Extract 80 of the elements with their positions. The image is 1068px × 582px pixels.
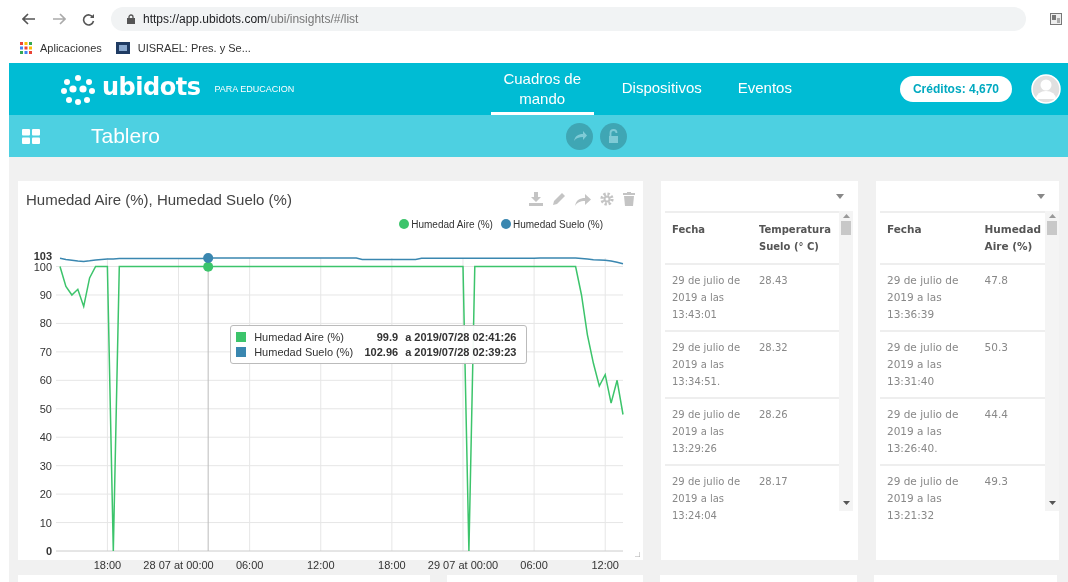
scroll-up-icon[interactable]	[842, 214, 850, 218]
scroll-thumb[interactable]	[1047, 221, 1057, 235]
logo-icon	[59, 73, 97, 105]
apps-icon	[20, 42, 32, 54]
table-cell: 28.17	[752, 465, 839, 531]
axis-label: 10	[39, 516, 52, 529]
legend-item[interactable]: Humedad Aire (%)	[399, 217, 493, 231]
axis-label: 29 07 at 00:00	[427, 559, 499, 571]
table-cell: 29 de julio de 2019 a las 13:36:39	[880, 264, 978, 331]
axis-label: 40	[39, 431, 52, 444]
pencil-icon[interactable]	[552, 192, 566, 206]
legend-dot	[399, 219, 410, 229]
axis-label: 70	[39, 345, 52, 358]
url-text: https://app.ubidots.com/ubi/insights/#/list	[143, 12, 359, 26]
table-cell: 29 de julio de 2019 a las 13:24:04	[665, 465, 752, 531]
series-name: Humedad Suelo (%)	[254, 346, 355, 358]
tagline: PARA EDUCACION	[214, 84, 295, 94]
scrollbar[interactable]	[839, 211, 853, 511]
settings-icon[interactable]	[600, 192, 614, 206]
table-cell: 29 de julio de 2019 a las 13:31:40	[880, 331, 978, 398]
lock-icon	[127, 14, 135, 24]
caret-icon[interactable]	[836, 193, 844, 199]
logo-text: ubidots	[102, 73, 201, 101]
share-icon[interactable]	[565, 122, 593, 150]
table-cell: 29 de julio de 2019 a las 13:43:01	[665, 264, 752, 331]
download-icon[interactable]	[529, 192, 543, 206]
scroll-down-icon[interactable]	[1048, 501, 1056, 505]
lock-icon[interactable]	[599, 122, 627, 150]
scroll-up-icon[interactable]	[1048, 214, 1056, 218]
axis-label: 18:00	[378, 559, 406, 571]
legend-dot	[500, 219, 511, 229]
axis-label: 06:00	[520, 559, 548, 571]
series-value: 102.96	[363, 346, 399, 358]
column-header: Fecha	[665, 212, 752, 264]
forward-icon[interactable]	[52, 13, 66, 25]
axis-label: 28 07 at 00:00	[143, 559, 214, 571]
axis-label: 0	[45, 545, 52, 557]
axis-label: 100	[33, 260, 52, 273]
axis-label: 12:00	[591, 559, 619, 571]
translate-icon[interactable]	[1050, 13, 1062, 25]
bookmark[interactable]: UISRAEL: Pres. y Se...	[115, 42, 251, 54]
scroll-thumb[interactable]	[841, 221, 851, 235]
table-cell: 29 de julio de 2019 a las 13:21:32	[880, 465, 978, 531]
bookmark[interactable]: Aplicaciones	[20, 42, 102, 54]
axis-label: 12:00	[307, 559, 335, 571]
legend-item[interactable]: Humedad Suelo (%)	[500, 217, 603, 231]
axis-label: 18:00	[93, 559, 122, 571]
axis-label: 30	[39, 459, 52, 472]
axis-label: 60	[39, 374, 52, 387]
table-cell: 49.3	[977, 465, 1045, 531]
caret-icon[interactable]	[1037, 193, 1045, 199]
data-point	[203, 261, 214, 272]
axis-label: 103	[33, 250, 52, 262]
axis-label: 50	[39, 402, 52, 415]
table-cell: 29 de julio de 2019 a las 13:34:51.	[665, 331, 752, 398]
avatar-icon[interactable]	[1031, 74, 1061, 104]
axis-label: 80	[39, 317, 52, 330]
resize-handle-icon[interactable]	[635, 552, 640, 557]
scrollbar[interactable]	[1045, 211, 1059, 511]
reload-icon[interactable]	[82, 12, 95, 26]
site-icon	[115, 42, 130, 54]
timestamp: a 2019/07/28 02:39:23	[405, 346, 517, 358]
data-point	[203, 253, 214, 263]
chart-title: Humedad Aire (%), Humedad Suelo (%)	[26, 190, 292, 208]
table-cell: 29 de julio de 2019 a las 13:29:26	[665, 398, 752, 465]
share-icon[interactable]	[575, 192, 591, 206]
axis-label: 06:00	[235, 559, 264, 571]
trash-icon[interactable]	[623, 192, 635, 206]
table-cell: 29 de julio de 2019 a las 13:26:40.	[880, 398, 978, 465]
series-value: 99.9	[375, 331, 399, 343]
dashboard-title: Tablero	[91, 124, 160, 148]
axis-label: 20	[39, 488, 52, 501]
column-header: Fecha	[880, 212, 978, 264]
back-icon[interactable]	[22, 13, 36, 25]
address-bar[interactable]: https://app.ubidots.com/ubi/insights/#/list	[111, 7, 1026, 31]
axis-label: 90	[39, 289, 52, 301]
scroll-down-icon[interactable]	[842, 501, 850, 505]
grid-icon[interactable]	[22, 128, 40, 144]
series-name: Humedad Aire (%)	[254, 331, 346, 343]
timestamp: a 2019/07/28 02:41:26	[405, 331, 517, 343]
